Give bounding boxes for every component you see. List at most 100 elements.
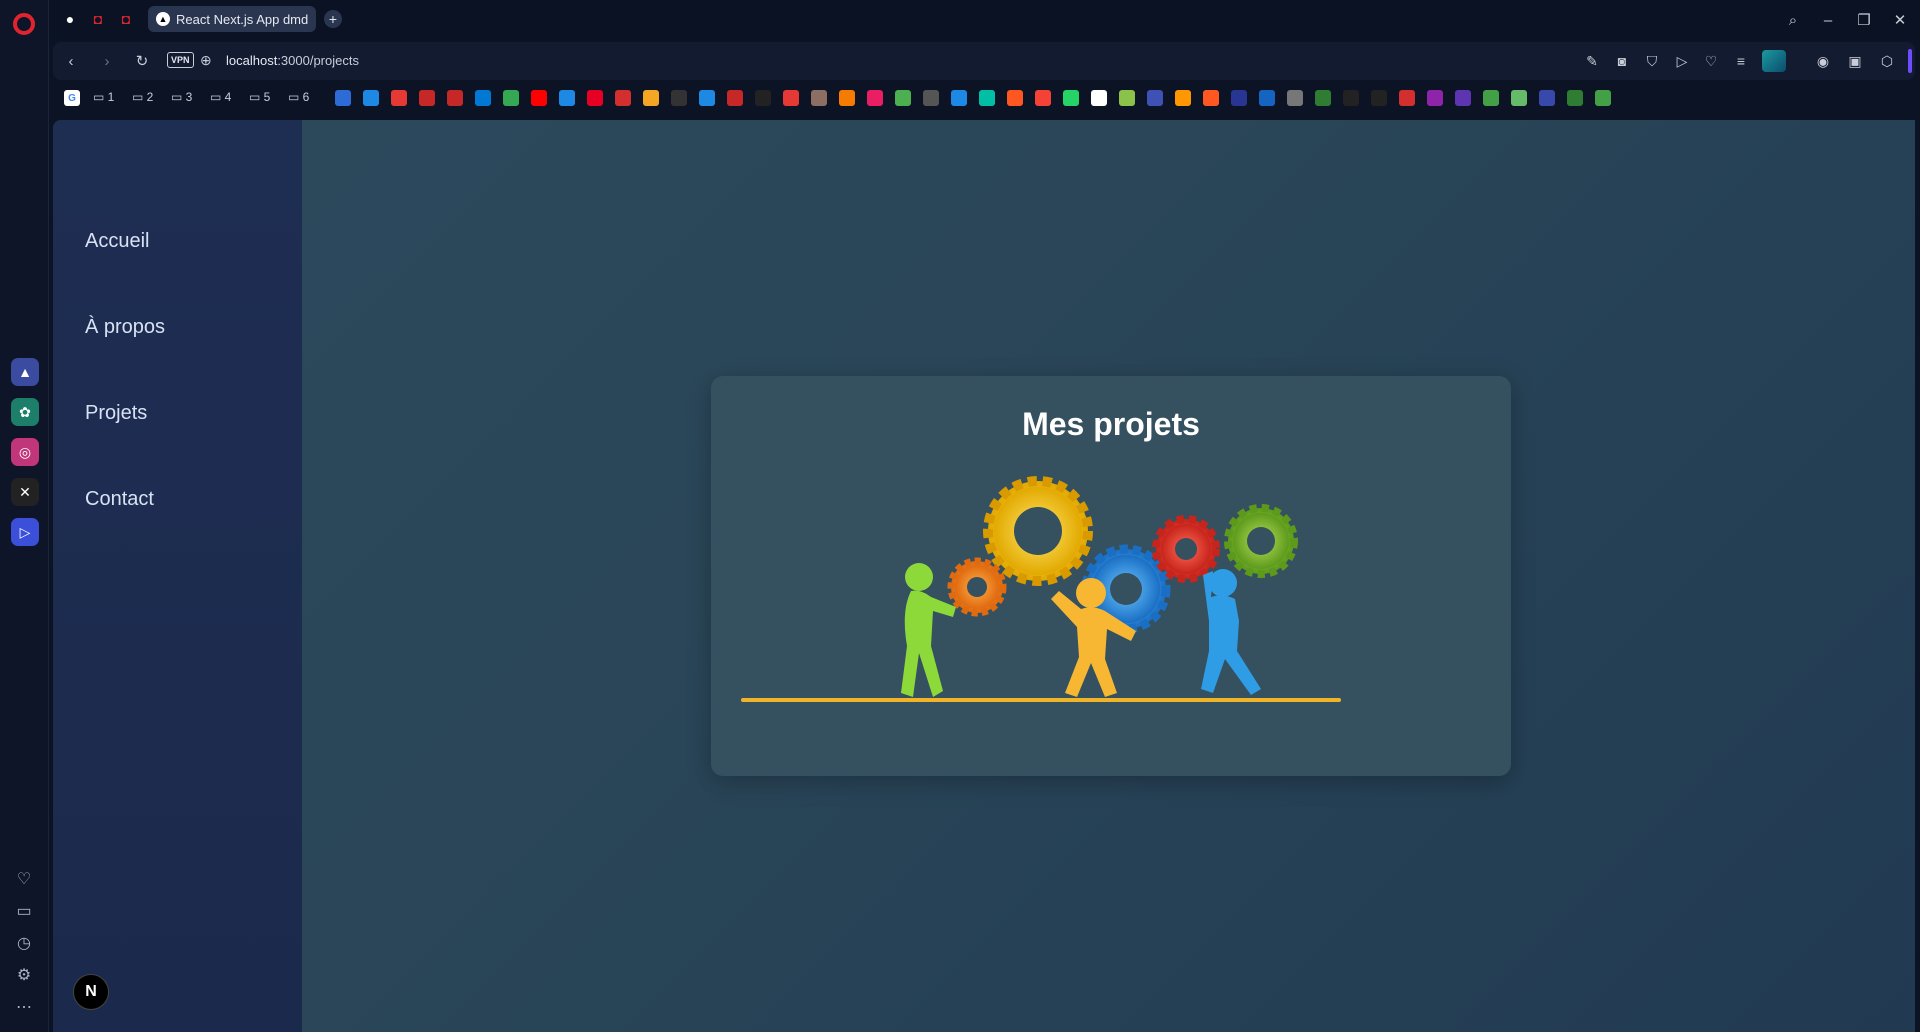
vpn-badge[interactable]: VPN (167, 52, 194, 68)
bookmark-favicon-icon[interactable] (979, 90, 995, 106)
bookmark-favicon-icon[interactable] (1287, 90, 1303, 106)
bookmark-favicon-icon[interactable] (559, 90, 575, 106)
github-tab-icon[interactable]: ● (60, 9, 80, 29)
bookmark-favicon-icon[interactable] (1315, 90, 1331, 106)
web-page: Accueil À propos Projets Contact N Mes p… (53, 120, 1915, 1032)
nav-link-contact[interactable]: Contact (85, 488, 154, 511)
bookmark-folder-1[interactable]: ▭ 1 (93, 90, 114, 104)
gear-icon[interactable]: ⚙ (13, 964, 35, 986)
bookmark-favicon-icon[interactable] (951, 90, 967, 106)
bookmark-favicon-icon[interactable] (1511, 90, 1527, 106)
bookmark-favicon-icon[interactable] (1063, 90, 1079, 106)
bookmark-favicon-icon[interactable] (587, 90, 603, 106)
site-sidebar: Accueil À propos Projets Contact N (53, 120, 302, 1032)
nav-link-projets[interactable]: Projets (85, 402, 147, 425)
edit-icon[interactable]: ✎ (1583, 52, 1601, 70)
minimize-button[interactable]: – (1817, 9, 1839, 31)
chatgpt-app-icon[interactable]: ✿ (11, 398, 39, 426)
menu-icon[interactable]: ≡ (1732, 52, 1750, 70)
green-gear-icon (1224, 504, 1298, 578)
orange-gear-icon (947, 557, 1007, 617)
back-button[interactable]: ‹ (61, 51, 81, 71)
reload-button[interactable]: ↻ (132, 51, 152, 71)
bookmark-favicon-icon[interactable] (1147, 90, 1163, 106)
bookmark-favicon-icon[interactable] (839, 90, 855, 106)
bookmark-favicon-icon[interactable] (1399, 90, 1415, 106)
bookmark-favicon-icon[interactable] (867, 90, 883, 106)
bookmark-favicon-icon[interactable] (1343, 90, 1359, 106)
bookmark-favicon-icon[interactable] (811, 90, 827, 106)
bookmark-favicon-icon[interactable] (363, 90, 379, 106)
active-tab[interactable]: ▲ React Next.js App dmd (148, 6, 316, 32)
camera-icon[interactable]: ◙ (1613, 52, 1631, 70)
bookmark-favicon-icon[interactable] (391, 90, 407, 106)
bookmark-favicon-icon[interactable] (923, 90, 939, 106)
send-icon[interactable]: ▷ (1673, 52, 1691, 70)
bookmark-folder-6[interactable]: ▭ 6 (288, 90, 309, 104)
bookmark-favicon-icon[interactable] (727, 90, 743, 106)
bookmark-favicon-icon[interactable] (1539, 90, 1555, 106)
bookmark-favicon-icon[interactable] (1175, 90, 1191, 106)
bookmark-favicon-icon[interactable] (335, 90, 351, 106)
player-app-icon[interactable]: ▷ (11, 518, 39, 546)
bookmark-folder-2[interactable]: ▭ 2 (132, 90, 153, 104)
url-field[interactable]: localhost:3000/projects (226, 53, 359, 68)
opera-logo-icon[interactable] (13, 13, 35, 35)
bookmark-favicon-icon[interactable] (447, 90, 463, 106)
extension-icon[interactable]: ◉ (1813, 51, 1833, 71)
bookmark-favicon-icon[interactable] (699, 90, 715, 106)
google-bookmark-icon[interactable]: G (64, 90, 80, 106)
bookmark-favicon-icon[interactable] (755, 90, 771, 106)
bookmark-favicon-icon[interactable] (531, 90, 547, 106)
bookmark-folder-4[interactable]: ▭ 4 (210, 90, 231, 104)
bookmark-favicon-icon[interactable] (1455, 90, 1471, 106)
bookmark-favicon-icon[interactable] (1483, 90, 1499, 106)
bookmark-favicon-icon[interactable] (1231, 90, 1247, 106)
bookmarks-bar: G ▭ 1 ▭ 2 ▭ 3 ▭ 4 ▭ 5 ▭ 6 (53, 86, 1915, 112)
restore-button[interactable]: ❐ (1853, 9, 1875, 31)
bookmark-folder-label: 6 (302, 90, 310, 104)
bookmark-favicon-icon[interactable] (1203, 90, 1219, 106)
bookmark-folder-5[interactable]: ▭ 5 (249, 90, 270, 104)
tabs-icon[interactable]: ▭ (13, 900, 35, 922)
extension-icon-2[interactable]: ▣ (1845, 51, 1865, 71)
bookmark-favicon-icon[interactable] (1259, 90, 1275, 106)
close-button[interactable]: ✕ (1889, 9, 1911, 31)
nextjs-dev-badge[interactable]: N (73, 974, 109, 1010)
bookmark-favicon-icon[interactable] (1091, 90, 1107, 106)
opera-tab-icon-2[interactable]: ◘ (116, 9, 136, 29)
bookmark-favicon-icon[interactable] (643, 90, 659, 106)
bookmark-favicon-icon[interactable] (615, 90, 631, 106)
bookmark-favicon-icon[interactable] (503, 90, 519, 106)
bookmark-favicon-icon[interactable] (475, 90, 491, 106)
nav-link-a-propos[interactable]: À propos (85, 316, 165, 339)
bookmark-favicon-icon[interactable] (1035, 90, 1051, 106)
profile-thumbnail[interactable] (1762, 50, 1786, 72)
bookmark-favicon-icon[interactable] (783, 90, 799, 106)
bookmark-favicon-icon[interactable] (1427, 90, 1443, 106)
bookmark-favicon-icon[interactable] (1567, 90, 1583, 106)
forward-button[interactable]: › (97, 51, 117, 71)
bookmark-favicon-icon[interactable] (1371, 90, 1387, 106)
opera-tab-icon[interactable]: ◘ (88, 9, 108, 29)
bookmark-favicon-icon[interactable] (895, 90, 911, 106)
shield-icon[interactable]: ⛉ (1643, 52, 1661, 70)
accent-bar (1908, 49, 1912, 73)
aria-app-icon[interactable]: ▲ (11, 358, 39, 386)
history-icon[interactable]: ◷ (13, 932, 35, 954)
search-icon[interactable]: ⌕ (1782, 9, 1804, 31)
bookmark-favicon-icon[interactable] (419, 90, 435, 106)
instagram-app-icon[interactable]: ◎ (11, 438, 39, 466)
nav-link-accueil[interactable]: Accueil (85, 230, 149, 253)
bookmark-favicon-icon[interactable] (1119, 90, 1135, 106)
more-icon[interactable]: ⋯ (13, 996, 35, 1018)
heart-icon[interactable]: ♡ (1702, 52, 1720, 70)
bookmark-folder-3[interactable]: ▭ 3 (171, 90, 192, 104)
bookmark-favicon-icon[interactable] (1007, 90, 1023, 106)
heart-icon[interactable]: ♡ (13, 868, 35, 890)
bookmark-favicon-icon[interactable] (1595, 90, 1611, 106)
new-tab-button[interactable]: + (324, 10, 342, 28)
x-app-icon[interactable]: ✕ (11, 478, 39, 506)
bookmark-favicon-icon[interactable] (671, 90, 687, 106)
box-icon[interactable]: ⬡ (1877, 51, 1897, 71)
